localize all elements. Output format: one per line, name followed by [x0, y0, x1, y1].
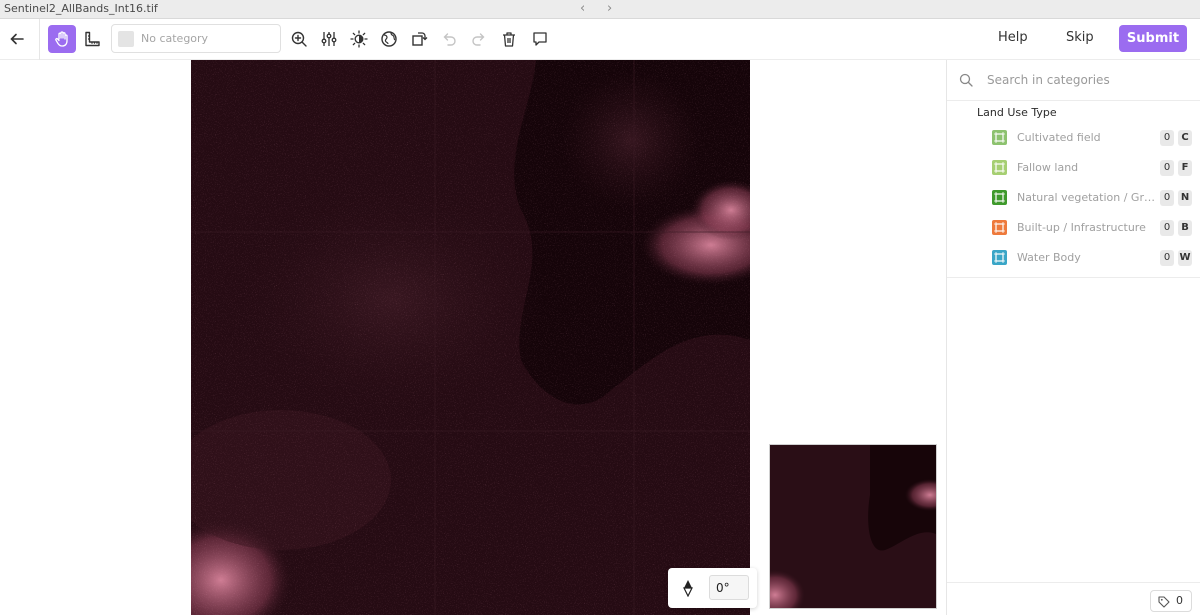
measure-tool-button[interactable] [78, 25, 106, 53]
ruler-icon [85, 31, 100, 47]
category-item-natural-vegetation[interactable]: Natural vegetation / Grassland 0 N [987, 187, 1197, 209]
category-label: Fallow land [1017, 161, 1079, 174]
category-count: 0 [1160, 250, 1174, 266]
category-box-icon [992, 250, 1007, 265]
zoom-button[interactable] [285, 25, 313, 53]
category-shortcut: W [1178, 250, 1192, 266]
help-button[interactable]: Help [998, 27, 1028, 49]
tag-icon [1158, 596, 1170, 608]
sliders-icon [321, 32, 337, 46]
category-box-icon [992, 220, 1007, 235]
annotation-count: 0 [1176, 594, 1183, 607]
submit-button[interactable]: Submit [1119, 25, 1187, 52]
panel-footer-divider [947, 582, 1200, 583]
satellite-image-render [191, 60, 750, 615]
category-count: 0 [1160, 220, 1174, 236]
satellite-image[interactable] [191, 60, 750, 615]
compass-icon[interactable] [680, 579, 696, 597]
category-shortcut: F [1178, 160, 1192, 176]
rotate-icon [412, 32, 428, 46]
pan-tool-button[interactable] [48, 25, 76, 53]
category-box-icon [992, 160, 1007, 175]
next-file-button[interactable]: › [607, 0, 612, 18]
category-item-fallow-land[interactable]: Fallow land 0 F [987, 157, 1197, 179]
category-label: Water Body [1017, 251, 1081, 264]
rotation-control: 0° [668, 568, 757, 608]
category-color-swatch [118, 31, 134, 47]
redo-button[interactable] [465, 25, 493, 53]
back-button[interactable] [3, 25, 31, 53]
annotation-count-button[interactable]: 0 [1150, 590, 1192, 612]
toolbar: No category Help Skip Submit [0, 19, 1200, 60]
hand-icon [55, 31, 68, 47]
category-box-icon [992, 130, 1007, 145]
category-shortcut: N [1178, 190, 1192, 206]
brightness-icon [350, 30, 368, 48]
category-label: Cultivated field [1017, 131, 1101, 144]
arrow-left-icon [10, 33, 24, 45]
zoom-in-icon [291, 31, 307, 47]
skip-button[interactable]: Skip [1066, 27, 1094, 49]
rotate-button[interactable] [405, 25, 433, 53]
redo-icon [472, 33, 485, 46]
comment-button[interactable] [526, 25, 554, 53]
search-icon [959, 73, 973, 87]
categories-panel: Land Use Type Cultivated field 0 C Fallo… [946, 60, 1200, 615]
brightness-button[interactable] [345, 25, 373, 53]
comment-icon [533, 32, 547, 46]
category-item-cultivated-field[interactable]: Cultivated field 0 C [987, 127, 1197, 149]
search-input[interactable] [987, 70, 1187, 90]
category-item-water-body[interactable]: Water Body 0 W [987, 247, 1197, 269]
annotation-canvas[interactable]: 0° [0, 60, 946, 615]
category-select-value: No category [141, 32, 209, 45]
delete-button[interactable] [495, 25, 523, 53]
category-search [947, 60, 1200, 101]
category-item-built-up[interactable]: Built-up / Infrastructure 0 B [987, 217, 1197, 239]
toolbar-divider [39, 19, 40, 60]
georeference-button[interactable] [375, 25, 403, 53]
category-count: 0 [1160, 190, 1174, 206]
category-select[interactable]: No category [111, 24, 281, 53]
panel-divider [947, 277, 1200, 278]
category-group-title: Land Use Type [977, 106, 1057, 119]
rotation-input[interactable]: 0° [709, 575, 749, 600]
category-count: 0 [1160, 160, 1174, 176]
globe-icon [381, 31, 397, 47]
previous-file-button[interactable]: ‹ [580, 0, 585, 18]
category-shortcut: C [1178, 130, 1192, 146]
undo-icon [443, 33, 456, 46]
minimap-render [770, 445, 936, 608]
trash-icon [503, 32, 515, 47]
category-box-icon [992, 190, 1007, 205]
undo-button[interactable] [435, 25, 463, 53]
category-count: 0 [1160, 130, 1174, 146]
window-title-bar: Sentinel2_AllBands_Int16.tif ‹ › [0, 0, 1200, 19]
minimap[interactable] [769, 444, 937, 609]
category-label: Built-up / Infrastructure [1017, 221, 1146, 234]
adjustments-button[interactable] [315, 25, 343, 53]
category-label: Natural vegetation / Grassland [1017, 191, 1157, 204]
file-name: Sentinel2_AllBands_Int16.tif [4, 2, 158, 15]
category-shortcut: B [1178, 220, 1192, 236]
